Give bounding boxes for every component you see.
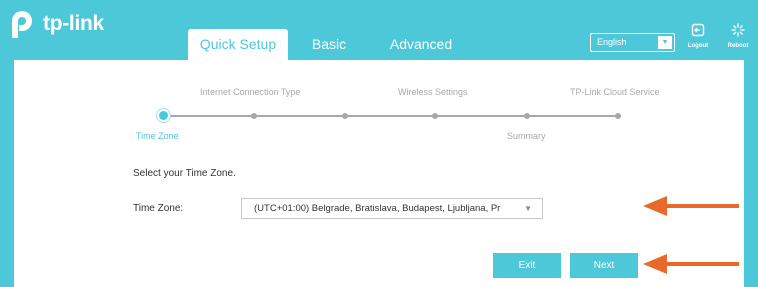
chevron-down-icon: ▼ — [658, 36, 672, 49]
step-dot-tp-link-cloud-service — [615, 113, 621, 119]
next-button[interactable]: Next — [570, 253, 638, 278]
tab-basic[interactable]: Basic — [297, 29, 361, 60]
frame-border-right — [744, 60, 758, 287]
time-zone-value: (UTC+01:00) Belgrade, Bratislava, Budape… — [254, 203, 501, 214]
arrow-left-icon — [643, 196, 739, 216]
form-instruction: Select your Time Zone. — [133, 168, 236, 179]
time-zone-label: Time Zone: — [133, 203, 184, 214]
language-value: English — [597, 37, 627, 47]
step-label-internet-connection-type: Internet Connection Type — [200, 87, 301, 97]
exit-button[interactable]: Exit — [493, 253, 561, 278]
step-dot-summary — [524, 113, 530, 119]
step-label-wireless-settings: Wireless Settings — [398, 87, 468, 97]
reboot-icon — [731, 23, 745, 37]
step-dot-time-zone — [159, 111, 168, 120]
frame-border-left — [0, 60, 14, 287]
progress-track — [164, 115, 618, 117]
arrow-left-icon — [643, 254, 739, 274]
logout-button[interactable]: Logout — [683, 23, 713, 49]
step-dot-wireless-settings — [432, 113, 438, 119]
reboot-button[interactable]: Reboot — [723, 23, 753, 49]
tp-link-logo-icon — [12, 11, 32, 38]
brand-name: tp-link — [43, 12, 104, 35]
top-header: tp-link Quick Setup Basic Advanced Engli… — [0, 0, 758, 60]
step-label-tp-link-cloud-service: TP-Link Cloud Service — [570, 87, 660, 97]
tab-quick-setup[interactable]: Quick Setup — [188, 29, 288, 60]
time-zone-select[interactable]: (UTC+01:00) Belgrade, Bratislava, Budape… — [241, 198, 543, 219]
language-select[interactable]: English ▼ — [590, 33, 675, 52]
logout-icon — [691, 23, 705, 37]
step-dot-3 — [342, 113, 348, 119]
logout-label: Logout — [687, 43, 709, 49]
step-label-time-zone: Time Zone — [136, 131, 179, 141]
step-dot-internet-connection-type — [251, 113, 257, 119]
tab-advanced[interactable]: Advanced — [376, 29, 466, 60]
step-label-summary: Summary — [507, 131, 546, 141]
reboot-label: Reboot — [727, 43, 749, 49]
brand-logo[interactable]: tp-link — [8, 8, 104, 40]
chevron-down-icon: ▼ — [524, 204, 532, 213]
